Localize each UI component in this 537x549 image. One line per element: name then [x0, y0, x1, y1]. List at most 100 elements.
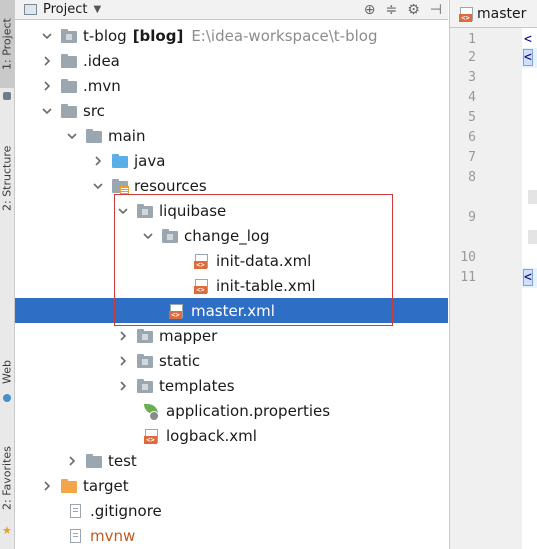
tree-item-label: .gitignore — [90, 501, 162, 520]
tree-row-gitignore[interactable]: .gitignore — [15, 498, 448, 523]
tree-row-resources[interactable]: resources — [15, 173, 448, 198]
chevron-down-icon[interactable]: ▼ — [93, 4, 101, 15]
xml-file-icon — [194, 253, 210, 269]
package-folder-icon — [137, 378, 153, 393]
tree-item-label: .idea — [83, 51, 120, 70]
tree-item-label: templates — [159, 376, 235, 395]
line-number-gutter: 1 2 3 4 5 6 7 8 9 10 11 — [450, 28, 522, 549]
editor-pane: master 1 2 3 4 5 6 7 8 9 10 11 < < < — [449, 0, 537, 549]
line-number: 3 — [468, 70, 476, 85]
expanded-arrow-icon[interactable] — [41, 105, 53, 117]
side-tab-structure[interactable]: 2: Structure — [0, 118, 14, 238]
tree-row-idea[interactable]: .idea — [15, 48, 448, 73]
tree-row-init-data[interactable]: init-data.xml — [15, 248, 448, 273]
module-folder-icon — [61, 28, 77, 43]
editor-tab-label: master — [477, 5, 527, 22]
project-view-icon — [24, 4, 37, 15]
folder-icon — [61, 78, 77, 93]
collapse-icon[interactable]: ≑ — [386, 2, 398, 18]
code-fragment: < — [523, 49, 533, 66]
tree-row-logback[interactable]: logback.xml — [15, 423, 448, 448]
expanded-arrow-icon[interactable] — [41, 30, 53, 42]
tree-row-change-log[interactable]: change_log — [15, 223, 448, 248]
side-tab-web[interactable]: Web — [0, 352, 14, 392]
header-toolbar: ⊕ ≑ ⚙ ⊣ — [364, 0, 442, 19]
tree-row-src[interactable]: src — [15, 98, 448, 123]
side-tab-project[interactable]: 1: Project — [0, 0, 14, 88]
collapsed-arrow-icon[interactable] — [92, 155, 104, 167]
text-file-icon — [68, 503, 84, 518]
tree-item-label: application.properties — [166, 401, 331, 420]
tree-item-label: src — [83, 101, 105, 120]
collapsed-arrow-icon[interactable] — [66, 455, 78, 467]
collapsed-arrow-icon[interactable] — [117, 380, 129, 392]
collapsed-arrow-icon[interactable] — [117, 355, 129, 367]
tree-row-master[interactable]: master.xml — [15, 298, 448, 323]
tree-row-java[interactable]: java — [15, 148, 448, 173]
tree-item-label: master.xml — [191, 301, 275, 320]
xml-file-icon — [144, 428, 160, 444]
tree-row-static[interactable]: static — [15, 348, 448, 373]
tree-item-label: target — [83, 476, 129, 495]
side-tab-favorites[interactable]: 2: Favorites — [0, 428, 14, 528]
hide-icon[interactable]: ⊣ — [430, 2, 442, 18]
tree-row-mvnw[interactable]: mvnw — [15, 523, 448, 548]
tree-row-mapper[interactable]: mapper — [15, 323, 448, 348]
expanded-arrow-icon[interactable] — [66, 130, 78, 142]
project-strip-icon — [3, 92, 11, 100]
package-folder-icon — [137, 353, 153, 368]
tree-item-label: test — [108, 451, 137, 470]
tool-window-strip: 1: Project 2: Structure Web 2: Favorites… — [0, 0, 15, 549]
line-number: 5 — [468, 110, 476, 125]
tree-item-label: java — [134, 151, 166, 170]
line-number: 8 — [468, 170, 476, 185]
target-icon[interactable]: ⊕ — [364, 2, 376, 18]
tree-item-label: resources — [134, 176, 207, 195]
project-tree: t-blog [blog] E:\idea-workspace\t-blog .… — [15, 20, 448, 549]
editor-tab-master[interactable]: master — [450, 0, 537, 28]
code-fragment: < — [524, 32, 532, 47]
line-number: 7 — [468, 150, 476, 165]
tree-row-templates[interactable]: templates — [15, 373, 448, 398]
expanded-arrow-icon[interactable] — [142, 230, 154, 242]
tree-item-label: init-table.xml — [216, 276, 316, 295]
folder-icon — [86, 128, 102, 143]
project-view-title[interactable]: Project — [43, 2, 87, 17]
tree-row-liquibase[interactable]: liquibase — [15, 198, 448, 223]
tree-row-main[interactable]: main — [15, 123, 448, 148]
project-panel-header: Project ▼ ⊕ ≑ ⚙ ⊣ — [15, 0, 448, 20]
collapsed-arrow-icon[interactable] — [41, 480, 53, 492]
collapsed-arrow-icon[interactable] — [41, 55, 53, 67]
line-number: 1 — [468, 32, 476, 47]
code-area[interactable]: < < < — [522, 28, 537, 549]
line-number: 9 — [468, 210, 476, 225]
tree-row-application-properties[interactable]: application.properties — [15, 398, 448, 423]
tree-item-label: .mvn — [83, 76, 121, 95]
collapsed-arrow-icon[interactable] — [41, 80, 53, 92]
line-number: 2 — [468, 50, 476, 65]
tree-item-label: init-data.xml — [216, 251, 312, 270]
tree-row-mvn[interactable]: .mvn — [15, 73, 448, 98]
package-folder-icon — [137, 203, 153, 218]
tree-row-test[interactable]: test — [15, 448, 448, 473]
line-number: 10 — [460, 250, 476, 265]
package-folder-icon — [137, 328, 153, 343]
xml-file-icon — [194, 278, 210, 294]
tree-item-label: static — [159, 351, 201, 370]
tree-item-label: liquibase — [159, 201, 227, 220]
package-folder-icon — [162, 228, 178, 243]
side-tab-project-label: 1: Project — [0, 18, 14, 70]
tree-row-root[interactable]: t-blog [blog] E:\idea-workspace\t-blog — [15, 23, 448, 48]
expanded-arrow-icon[interactable] — [117, 205, 129, 217]
spring-properties-icon — [144, 403, 160, 421]
gear-icon[interactable]: ⚙ — [407, 2, 420, 18]
tree-row-target[interactable]: target — [15, 473, 448, 498]
source-folder-icon — [112, 153, 128, 168]
side-tab-web-label: Web — [0, 360, 14, 384]
side-tab-favorites-label: 2: Favorites — [0, 446, 14, 510]
collapsed-arrow-icon[interactable] — [117, 330, 129, 342]
tree-row-init-table[interactable]: init-table.xml — [15, 273, 448, 298]
line-number: 6 — [468, 130, 476, 145]
expanded-arrow-icon[interactable] — [92, 180, 104, 192]
line-number: 11 — [460, 270, 476, 285]
